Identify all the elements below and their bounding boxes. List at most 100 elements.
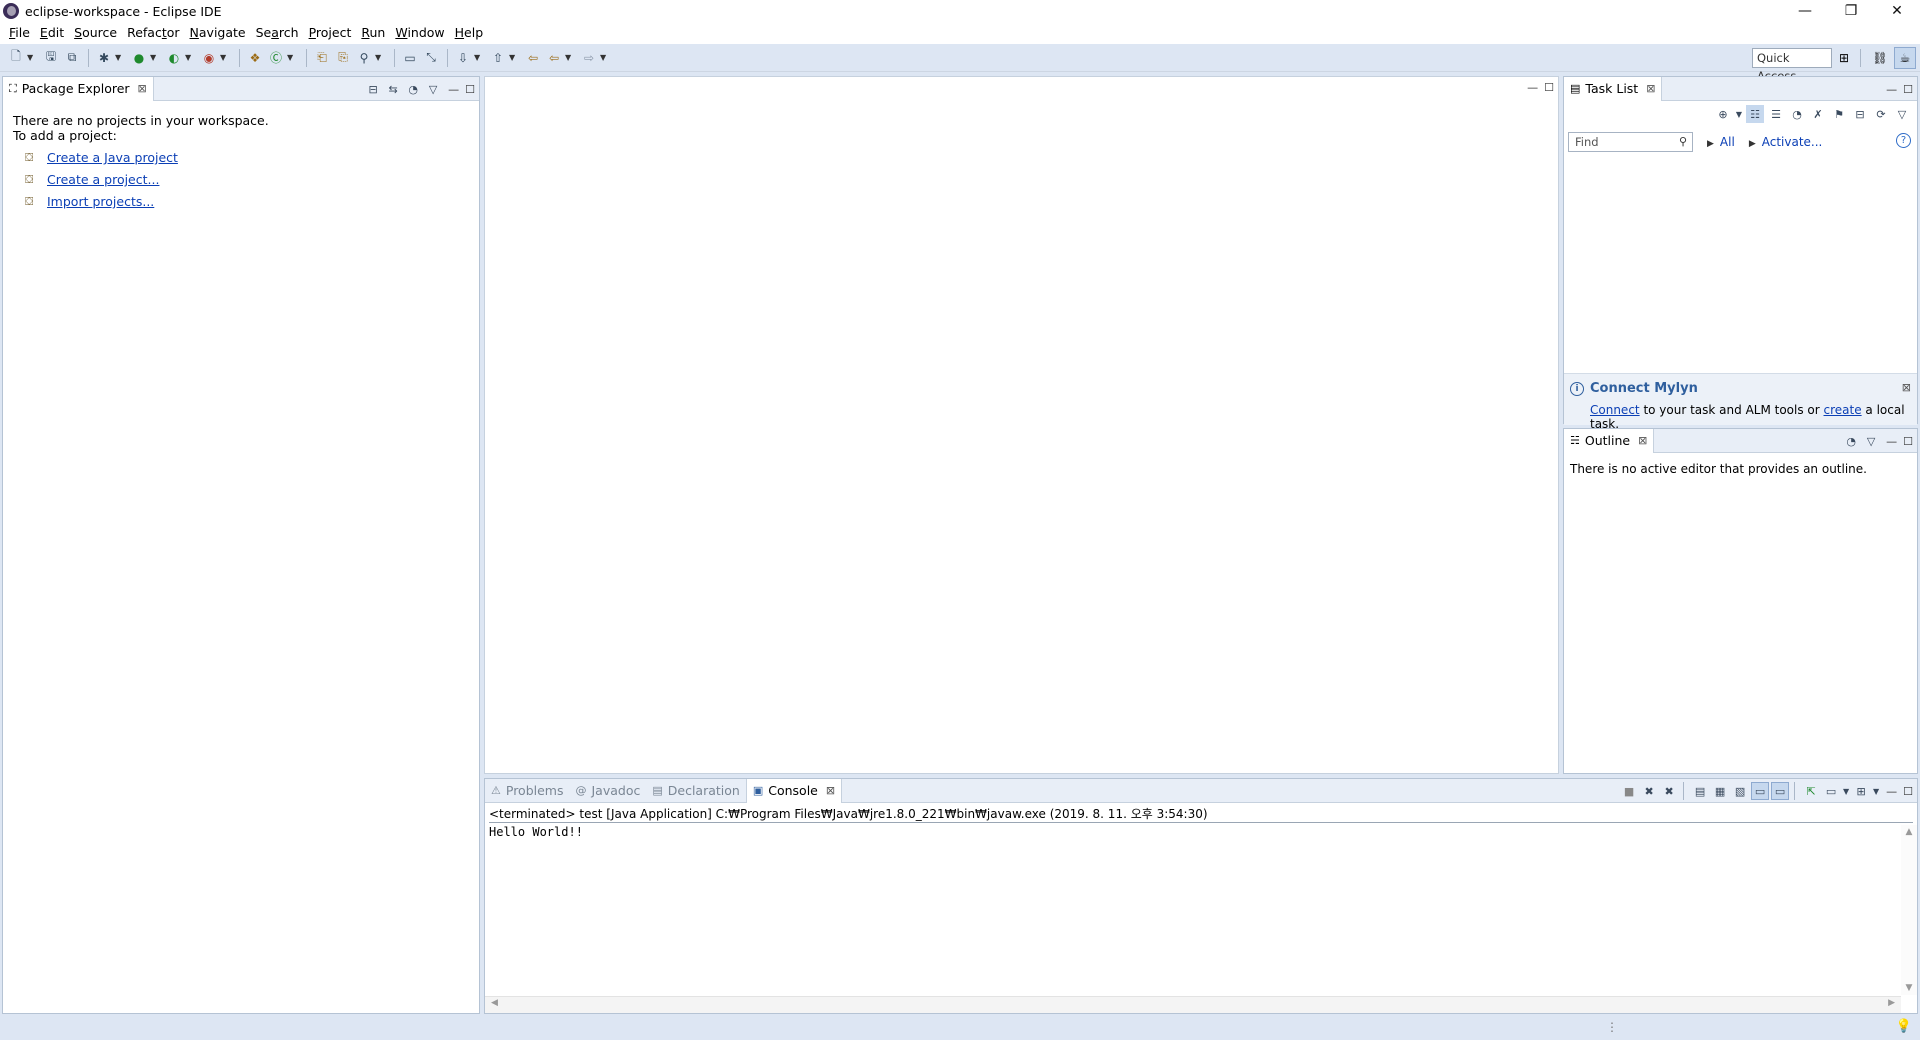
menu-source[interactable]: Source <box>69 22 122 44</box>
scroll-left-icon[interactable]: ◀ <box>491 998 498 1008</box>
tab-task-list[interactable]: ▤ Task List ⊠ <box>1564 76 1663 101</box>
coverage-icon[interactable]: ◐ <box>164 48 184 68</box>
terminal-icon[interactable]: ▭ <box>400 48 420 68</box>
hide-completed-icon[interactable]: ✗ <box>1809 105 1827 123</box>
skip-breakpoints-icon[interactable]: ⤡ <box>421 48 441 68</box>
create-project-label[interactable]: Create a project... <box>47 172 159 187</box>
previous-annotation-dropdown-icon[interactable]: ▼ <box>509 53 519 62</box>
previous-annotation-icon[interactable]: ⇧ <box>488 48 508 68</box>
word-wrap-icon[interactable]: ▧ <box>1731 782 1749 800</box>
new-icon[interactable]: 🗋 <box>6 48 26 68</box>
find-input[interactable]: Find ⚲ <box>1568 132 1693 152</box>
remove-launch-icon[interactable]: ✖ <box>1640 782 1658 800</box>
menu-file[interactable]: File <box>4 22 35 44</box>
link-with-editor-icon[interactable]: ⇆ <box>384 80 402 98</box>
external-tools-dropdown-icon[interactable]: ▼ <box>220 53 230 62</box>
forward-dropdown-icon[interactable]: ▼ <box>600 53 610 62</box>
collapse-all-icon[interactable]: ⊟ <box>364 80 382 98</box>
scroll-lock-icon[interactable]: ▦ <box>1711 782 1729 800</box>
back-icon[interactable]: ⇦ <box>544 48 564 68</box>
maximize-view-icon[interactable]: ☐ <box>1903 785 1913 798</box>
next-annotation-icon[interactable]: ⇩ <box>453 48 473 68</box>
categorized-icon[interactable]: ☷ <box>1746 105 1764 123</box>
minimize-view-icon[interactable]: — <box>1886 83 1897 96</box>
close-tab-icon[interactable]: ⊠ <box>1638 434 1647 447</box>
minimize-view-icon[interactable]: — <box>1886 785 1897 798</box>
editor-area[interactable]: — ☐ <box>484 76 1559 774</box>
show-on-stdout-icon[interactable]: ▭ <box>1751 782 1770 800</box>
scroll-down-icon[interactable]: ▼ <box>1901 983 1917 993</box>
restore-button[interactable]: ❐ <box>1828 0 1874 22</box>
maximize-view-icon[interactable]: ☐ <box>465 83 475 96</box>
connect-link[interactable]: Connect <box>1590 403 1640 417</box>
minimize-view-icon[interactable]: — <box>448 83 459 96</box>
java-ee-perspective-icon[interactable]: ⛓ <box>1869 47 1891 69</box>
console-output[interactable]: Hello World!! <box>489 825 583 839</box>
view-menu-icon[interactable]: ▽ <box>1893 105 1911 123</box>
import-projects-label[interactable]: Import projects... <box>47 194 154 209</box>
tab-package-explorer[interactable]: ⛶ Package Explorer ⊠ <box>3 76 154 101</box>
minimize-editor-icon[interactable]: — <box>1527 81 1538 94</box>
clear-console-icon[interactable]: ▤ <box>1691 782 1709 800</box>
create-project-link[interactable]: ⛋ Create a project... <box>25 172 469 187</box>
open-console-icon[interactable]: ⊞ <box>1852 782 1870 800</box>
show-tasks-icon[interactable]: ⚑ <box>1830 105 1848 123</box>
tab-javadoc[interactable]: @ Javadoc <box>570 779 647 803</box>
pin-console-icon[interactable]: ⇱ <box>1802 782 1820 800</box>
import-projects-link[interactable]: ⛋ Import projects... <box>25 194 469 209</box>
filter-all-link[interactable]: ▶ All <box>1707 135 1735 149</box>
remove-all-terminated-icon[interactable]: ✖ <box>1660 782 1678 800</box>
quick-access-input[interactable]: Quick Access <box>1752 48 1832 83</box>
open-type-icon[interactable]: ⎗ <box>312 48 332 68</box>
scroll-right-icon[interactable]: ▶ <box>1888 998 1895 1008</box>
console-horizontal-scrollbar[interactable]: ◀ ▶ <box>485 996 1901 1013</box>
open-console-dropdown-icon[interactable]: ▼ <box>1872 782 1880 800</box>
minimize-button[interactable]: — <box>1782 0 1828 22</box>
close-mylyn-icon[interactable]: ⊠ <box>1902 381 1911 394</box>
display-console-icon[interactable]: ▭ <box>1822 782 1840 800</box>
collapse-all-icon[interactable]: ⊟ <box>1851 105 1869 123</box>
menu-search[interactable]: Search <box>251 22 304 44</box>
debug-icon[interactable]: ✱ <box>94 48 114 68</box>
help-icon[interactable]: ? <box>1896 133 1911 148</box>
close-window-button[interactable]: ✕ <box>1874 0 1920 22</box>
scroll-up-icon[interactable]: ▲ <box>1901 827 1917 837</box>
open-task-icon[interactable]: ⎘ <box>333 48 353 68</box>
tab-declaration[interactable]: ▤ Declaration <box>646 779 745 803</box>
close-tab-icon[interactable]: ⊠ <box>1646 82 1655 95</box>
coverage-dropdown-icon[interactable]: ▼ <box>185 53 195 62</box>
run-icon[interactable]: ● <box>129 48 149 68</box>
view-menu-icon[interactable]: ▽ <box>424 80 442 98</box>
open-perspective-icon[interactable]: ⊞ <box>1833 47 1855 69</box>
back-dropdown-icon[interactable]: ▼ <box>565 53 575 62</box>
new-java-package-icon[interactable]: ❖ <box>245 48 265 68</box>
menu-window[interactable]: Window <box>390 22 449 44</box>
terminate-icon[interactable]: ■ <box>1620 782 1638 800</box>
last-edit-location-icon[interactable]: ⇦ <box>523 48 543 68</box>
scheduled-icon[interactable]: ☰ <box>1767 105 1785 123</box>
new-class-dropdown-icon[interactable]: ▼ <box>287 53 297 62</box>
menu-navigate[interactable]: Navigate <box>185 22 251 44</box>
java-perspective-icon[interactable]: ☕ <box>1894 47 1916 69</box>
synchronize-icon[interactable]: ⟳ <box>1872 105 1890 123</box>
external-tools-icon[interactable]: ◉ <box>199 48 219 68</box>
focus-workweek-icon[interactable]: ◔ <box>1788 105 1806 123</box>
new-dropdown-icon[interactable]: ▼ <box>27 53 37 62</box>
menu-help[interactable]: Help <box>450 22 489 44</box>
minimize-view-icon[interactable]: — <box>1886 435 1897 448</box>
view-menu-icon[interactable]: ▽ <box>1862 432 1880 450</box>
activate-link[interactable]: ▶ Activate... <box>1749 135 1823 149</box>
focus-active-task-icon[interactable]: ◔ <box>404 80 422 98</box>
maximize-view-icon[interactable]: ☐ <box>1903 435 1913 448</box>
maximize-view-icon[interactable]: ☐ <box>1903 83 1913 96</box>
close-tab-icon[interactable]: ⊠ <box>138 82 147 95</box>
create-task-link[interactable]: create <box>1824 403 1862 417</box>
tab-problems[interactable]: ⚠ Problems <box>485 779 570 803</box>
menu-project[interactable]: Project <box>304 22 357 44</box>
display-console-dropdown-icon[interactable]: ▼ <box>1842 782 1850 800</box>
menu-run[interactable]: Run <box>356 22 390 44</box>
new-task-dropdown-icon[interactable]: ▼ <box>1735 105 1743 123</box>
debug-dropdown-icon[interactable]: ▼ <box>115 53 125 62</box>
tab-console[interactable]: ▣ Console ⊠ <box>745 778 843 803</box>
console-vertical-scrollbar[interactable]: ▲ ▼ <box>1901 825 1917 995</box>
